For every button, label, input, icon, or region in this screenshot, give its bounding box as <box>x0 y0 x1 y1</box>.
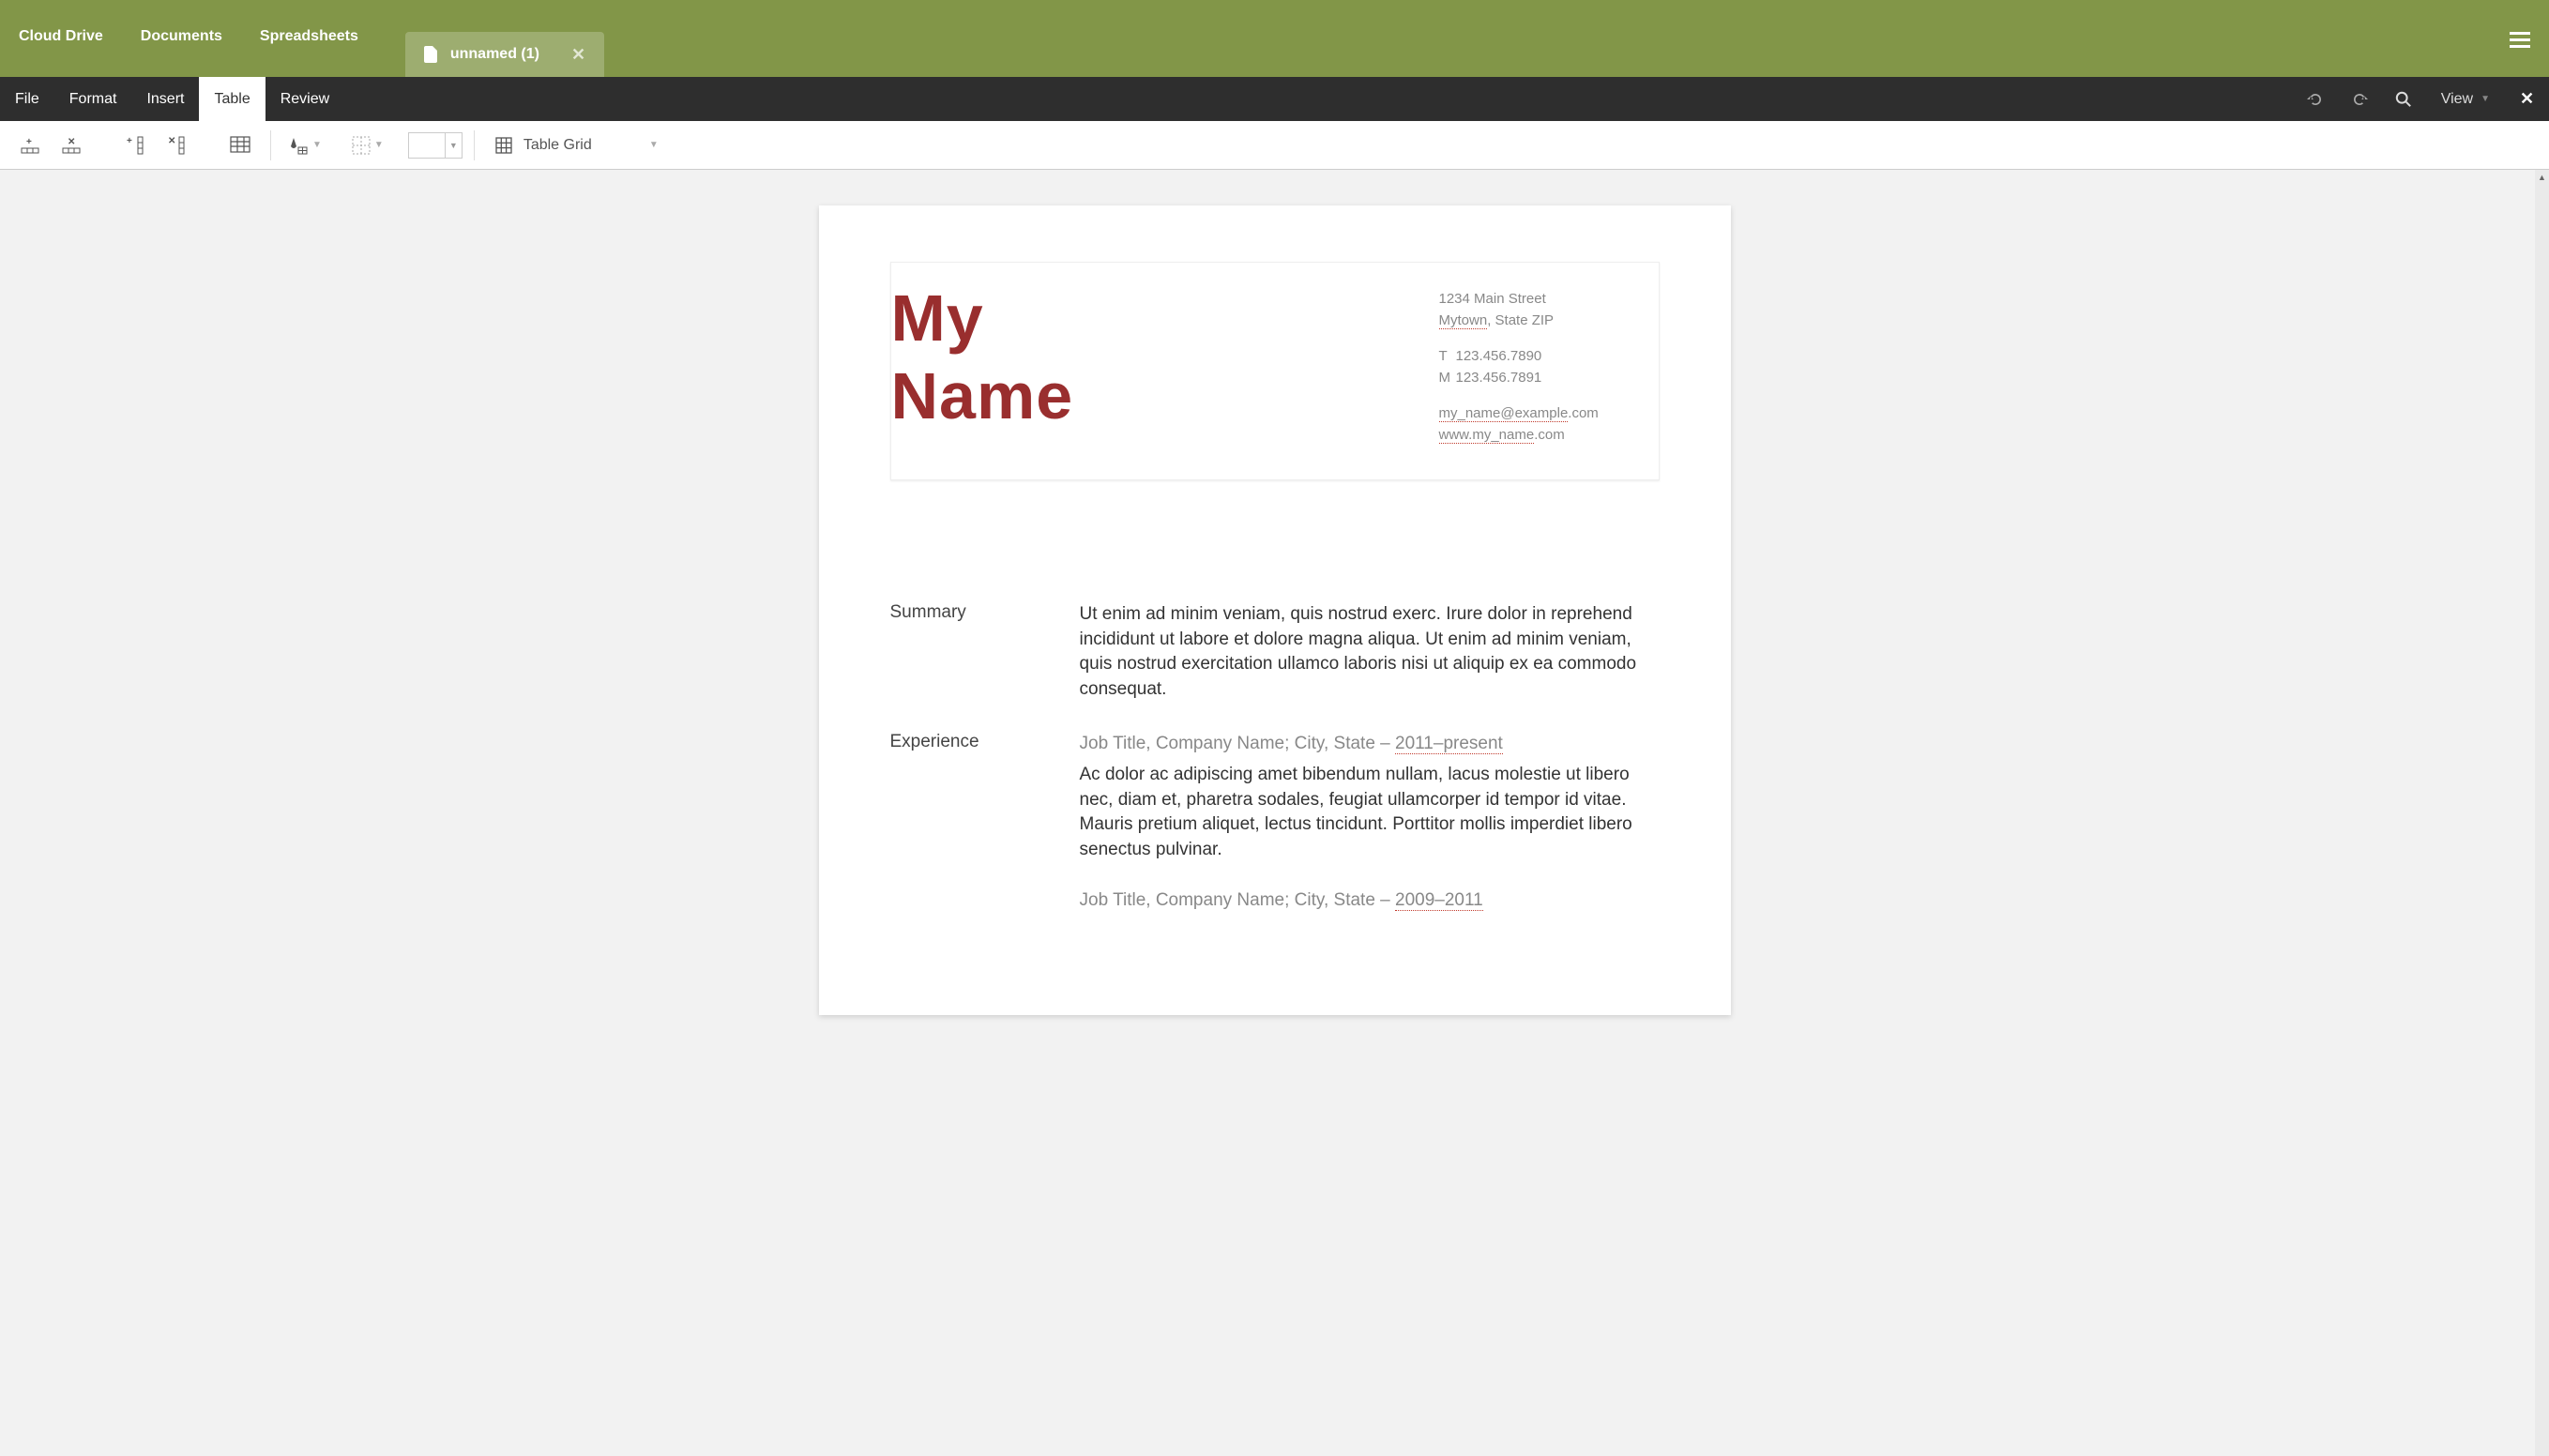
view-label: View <box>2441 91 2473 108</box>
close-tab-icon[interactable]: ✕ <box>571 45 585 65</box>
color-dropdown-button[interactable]: ▼ <box>446 132 463 159</box>
name-line-2: Name <box>891 357 1439 435</box>
name-cell[interactable]: My Name <box>891 263 1439 479</box>
app-header: Cloud Drive Documents Spreadsheets unnam… <box>0 0 2549 77</box>
table-toolbar: + ✕ + ✕ ▼ ▼ ▼ Table Grid ▼ <box>0 121 2549 170</box>
menu-table[interactable]: Table <box>199 77 265 121</box>
website: www.my_name.com <box>1439 425 1649 447</box>
chevron-down-icon: ▼ <box>312 140 322 150</box>
svg-text:✕: ✕ <box>68 137 75 147</box>
menu-format[interactable]: Format <box>54 77 132 121</box>
grid-icon <box>495 137 512 154</box>
job-1-body: Ac dolor ac adipiscing amet bibendum nul… <box>1080 763 1660 862</box>
document-icon <box>424 46 437 63</box>
chevron-down-icon: ▼ <box>374 140 384 150</box>
view-dropdown[interactable]: View ▼ <box>2426 77 2505 121</box>
svg-text:+: + <box>127 136 132 146</box>
menu-file[interactable]: File <box>0 77 54 121</box>
fill-icon <box>288 135 309 156</box>
job-1: Job Title, Company Name; City, State – 2… <box>1080 732 1660 862</box>
street-address: 1234 Main Street <box>1439 289 1649 311</box>
job-2-header: Job Title, Company Name; City, State – 2… <box>1080 888 1660 914</box>
summary-text: Ut enim ad minim veniam, quis nostrud ex… <box>1080 602 1660 702</box>
experience-row: Experience Job Title, Company Name; City… <box>890 732 1660 940</box>
job-1-header: Job Title, Company Name; City, State – 2… <box>1080 732 1660 757</box>
fill-color-dropdown[interactable]: ▼ <box>282 135 327 156</box>
border-color-selector[interactable]: ▼ <box>408 132 463 159</box>
resume-body[interactable]: Summary Ut enim ad minim veniam, quis no… <box>890 602 1660 940</box>
svg-text:✕: ✕ <box>168 136 175 146</box>
menu-insert[interactable]: Insert <box>131 77 199 121</box>
table-properties-button[interactable] <box>221 129 259 162</box>
summary-label: Summary <box>890 602 1052 702</box>
undo-button[interactable] <box>2294 77 2338 121</box>
document-page[interactable]: My Name 1234 Main Street Mytown, State Z… <box>819 205 1731 1015</box>
phone-mobile: M123.456.7891 <box>1439 368 1649 389</box>
search-button[interactable] <box>2382 77 2426 121</box>
border-dropdown[interactable]: ▼ <box>346 136 389 155</box>
job-2: Job Title, Company Name; City, State – 2… <box>1080 888 1660 914</box>
chevron-down-icon: ▼ <box>2481 94 2490 104</box>
chevron-down-icon: ▼ <box>449 141 458 150</box>
redo-button[interactable] <box>2338 77 2382 121</box>
close-panel-button[interactable]: ✕ <box>2505 77 2549 121</box>
summary-row: Summary Ut enim ad minim veniam, quis no… <box>890 602 1660 702</box>
links-block: my_name@example.com www.my_name.com <box>1439 403 1649 446</box>
nav-cloud-drive[interactable]: Cloud Drive <box>0 0 122 77</box>
color-swatch[interactable] <box>408 132 446 159</box>
nav-documents[interactable]: Documents <box>122 0 241 77</box>
delete-row-button[interactable]: ✕ <box>53 129 90 162</box>
menu-bar: File Format Insert Table Review View ▼ ✕ <box>0 77 2549 121</box>
experience-label: Experience <box>890 732 1052 940</box>
name-line-1: My <box>891 280 1439 357</box>
insert-column-button[interactable]: + <box>116 129 154 162</box>
table-style-label: Table Grid <box>523 137 592 154</box>
hamburger-menu-icon[interactable] <box>2510 28 2530 52</box>
nav-spreadsheets[interactable]: Spreadsheets <box>241 0 377 77</box>
document-tab[interactable]: unnamed (1) ✕ <box>405 32 604 77</box>
phone-block: T123.456.7890 M123.456.7891 <box>1439 346 1649 388</box>
insert-row-button[interactable]: + <box>11 129 49 162</box>
chevron-down-icon: ▼ <box>649 140 664 150</box>
scrollbar-up-arrow[interactable]: ▲ <box>2535 170 2549 184</box>
resume-header-table[interactable]: My Name 1234 Main Street Mytown, State Z… <box>890 262 1660 480</box>
city-state-zip: Mytown, State ZIP <box>1439 311 1649 332</box>
svg-text:+: + <box>26 137 32 147</box>
experience-content: Job Title, Company Name; City, State – 2… <box>1080 732 1660 940</box>
email: my_name@example.com <box>1439 403 1649 425</box>
top-nav: Cloud Drive Documents Spreadsheets unnam… <box>0 0 604 77</box>
address-block: 1234 Main Street Mytown, State ZIP <box>1439 289 1649 331</box>
vertical-scrollbar[interactable]: ▲ <box>2535 170 2549 1456</box>
contact-cell[interactable]: 1234 Main Street Mytown, State ZIP T123.… <box>1439 263 1659 479</box>
document-canvas[interactable]: ▲ My Name 1234 Main Street Mytown, State… <box>0 170 2549 1456</box>
phone-tel: T123.456.7890 <box>1439 346 1649 368</box>
border-icon <box>352 136 371 155</box>
menu-review[interactable]: Review <box>266 77 344 121</box>
delete-column-button[interactable]: ✕ <box>158 129 195 162</box>
document-tab-title: unnamed (1) <box>450 46 539 63</box>
table-style-selector[interactable]: Table Grid ▼ <box>486 137 674 154</box>
